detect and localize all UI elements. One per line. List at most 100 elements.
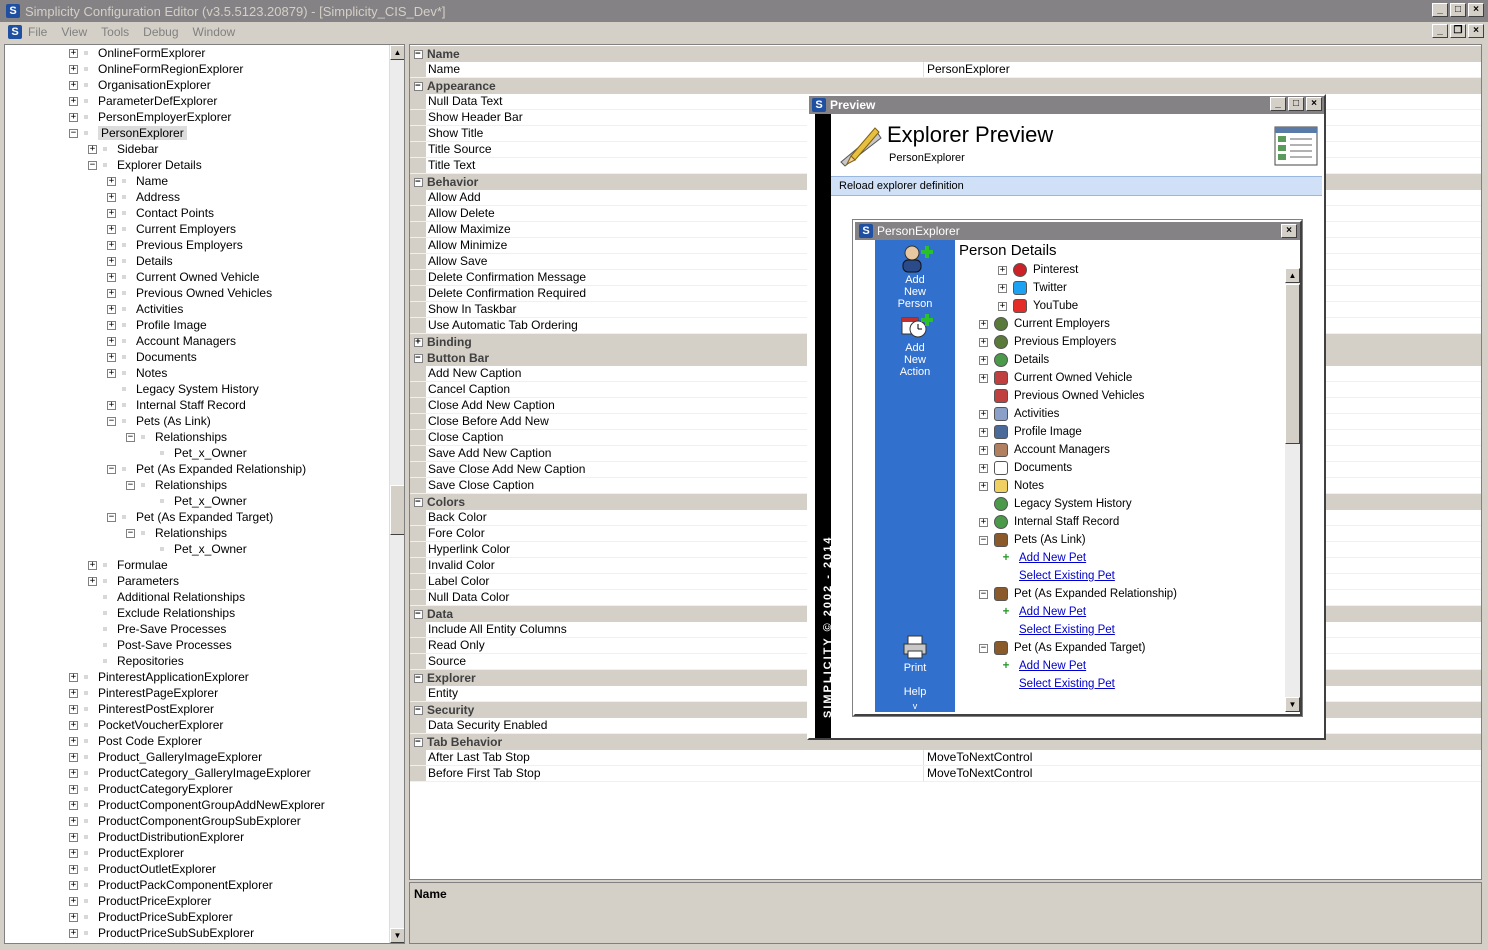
tree-node[interactable]: + Profile Image xyxy=(107,317,207,333)
expand-icon[interactable]: + xyxy=(69,704,78,714)
tree-node[interactable]: + OnlineFormExplorer xyxy=(69,45,205,61)
maximize-button[interactable]: □ xyxy=(1450,3,1466,17)
tree-node[interactable]: + ProductPriceSubSubExplorer xyxy=(69,925,254,941)
scroll-thumb[interactable] xyxy=(390,485,404,535)
tree-node[interactable]: Additional Relationships xyxy=(88,589,245,605)
collapse-icon[interactable]: − xyxy=(979,589,988,599)
category-toggle[interactable]: − xyxy=(410,350,426,366)
collapse-icon[interactable]: − xyxy=(413,177,423,187)
tree-node[interactable]: + Profile Image xyxy=(979,424,1082,440)
tree-node[interactable]: + PocketVoucherExplorer xyxy=(69,717,223,733)
tree-link[interactable]: Select Existing Pet xyxy=(1019,570,1115,582)
property-category[interactable]: − Name xyxy=(410,46,1481,62)
tree-node[interactable]: + Notes xyxy=(979,478,1044,494)
scroll-up-arrow[interactable]: ▲ xyxy=(390,45,404,60)
tree-link[interactable]: Add New Pet xyxy=(1019,552,1086,564)
collapse-icon[interactable]: − xyxy=(413,673,423,683)
expand-icon[interactable]: + xyxy=(69,768,78,778)
tree-link-row[interactable]: + Add New Pet xyxy=(999,604,1086,620)
tree-node[interactable]: + Documents xyxy=(979,460,1072,476)
tree-node[interactable]: + Activities xyxy=(979,406,1059,422)
tree-node[interactable]: Previous Owned Vehicles xyxy=(979,388,1144,404)
tree-node[interactable]: + Post Code Explorer xyxy=(69,733,202,749)
expand-icon[interactable]: + xyxy=(979,409,988,419)
tree-link-row[interactable]: Select Existing Pet xyxy=(1019,568,1115,584)
tree-node[interactable]: − Pet (As Expanded Relationship) xyxy=(979,586,1177,602)
expand-icon[interactable]: + xyxy=(69,720,78,730)
tree-node[interactable]: + ProductExplorer xyxy=(69,845,184,861)
expand-icon[interactable]: + xyxy=(413,337,423,347)
tree-node[interactable]: + Account Managers xyxy=(107,333,236,349)
tree-node[interactable]: + ProductCategoryExplorer xyxy=(69,781,233,797)
expand-icon[interactable]: + xyxy=(69,48,78,58)
person-explorer-title-bar[interactable]: S PersonExplorer × xyxy=(855,222,1300,240)
tree-node[interactable]: + OnlineFormRegionExplorer xyxy=(69,61,243,77)
collapse-icon[interactable]: − xyxy=(126,480,135,490)
scroll-up-arrow[interactable]: ▲ xyxy=(1285,268,1300,283)
property-value[interactable]: MoveToNextControl xyxy=(924,766,1481,781)
property-value[interactable]: MoveToNextControl xyxy=(924,750,1481,765)
expand-icon[interactable]: + xyxy=(107,304,116,314)
tree-node[interactable]: + ParameterDefExplorer xyxy=(69,93,217,109)
person-explorer-close-button[interactable]: × xyxy=(1281,224,1297,238)
menu-tools[interactable]: Tools xyxy=(101,25,129,39)
tree-node[interactable]: Pet_x_Owner xyxy=(145,445,247,461)
expand-icon[interactable]: + xyxy=(69,96,78,106)
tree-node[interactable]: + Internal Staff Record xyxy=(107,397,246,413)
property-value[interactable]: PersonExplorer xyxy=(924,62,1481,77)
tree-node[interactable]: + Previous Employers xyxy=(979,334,1116,350)
print-button[interactable]: Print xyxy=(875,634,955,674)
mdi-close-button[interactable]: × xyxy=(1468,24,1484,38)
expand-icon[interactable]: + xyxy=(69,64,78,74)
expand-icon[interactable]: + xyxy=(69,912,78,922)
collapse-icon[interactable]: − xyxy=(413,737,423,747)
preview-minimize-button[interactable]: _ xyxy=(1270,97,1286,111)
explorer-tree[interactable]: + OnlineFormExplorer + OnlineFormRegionExpl… xyxy=(4,44,405,944)
tree-node[interactable]: + PinterestPostExplorer xyxy=(69,701,214,717)
expand-icon[interactable]: + xyxy=(88,144,97,154)
tree-node[interactable]: − Relationships xyxy=(126,477,227,493)
tree-node[interactable]: + ProductCategory_GalleryImageExplorer xyxy=(69,765,311,781)
collapse-icon[interactable]: − xyxy=(979,643,988,653)
collapse-icon[interactable]: − xyxy=(413,705,423,715)
tree-node[interactable]: + Parameters xyxy=(88,573,179,589)
tree-node[interactable]: + ProductComponentGroupAddNewExplorer xyxy=(69,797,325,813)
tree-link-row[interactable]: Select Existing Pet xyxy=(1019,622,1115,638)
property-name[interactable]: Before First Tab Stop xyxy=(426,766,924,781)
tree-node[interactable]: + Current Owned Vehicle xyxy=(979,370,1132,386)
tree-node[interactable]: + Internal Staff Record xyxy=(979,514,1119,530)
tree-node[interactable]: + Notes xyxy=(107,365,167,381)
menu-debug[interactable]: Debug xyxy=(143,25,178,39)
expand-icon[interactable]: + xyxy=(69,880,78,890)
property-row[interactable]: Name PersonExplorer xyxy=(410,62,1481,78)
expand-icon[interactable]: + xyxy=(107,272,116,282)
tree-node[interactable]: + Twitter xyxy=(998,280,1067,296)
expand-icon[interactable]: + xyxy=(69,672,78,682)
expand-icon[interactable]: + xyxy=(979,517,988,527)
tree-node[interactable]: + Details xyxy=(107,253,173,269)
tree-node[interactable]: + Previous Owned Vehicles xyxy=(107,285,272,301)
tree-node[interactable]: + ProductOutletExplorer xyxy=(69,861,216,877)
preview-maximize-button[interactable]: □ xyxy=(1288,97,1304,111)
expand-icon[interactable]: + xyxy=(979,427,988,437)
expand-icon[interactable]: + xyxy=(979,319,988,329)
tree-node[interactable]: Post-Save Processes xyxy=(88,637,232,653)
category-toggle[interactable]: − xyxy=(410,734,426,750)
expand-icon[interactable]: + xyxy=(107,352,116,362)
tree-node[interactable]: + YouTube xyxy=(998,298,1078,314)
tree-link[interactable]: Select Existing Pet xyxy=(1019,624,1115,636)
expand-icon[interactable]: + xyxy=(998,265,1007,275)
tree-node[interactable]: + Pinterest xyxy=(998,262,1078,278)
scroll-thumb[interactable] xyxy=(1285,284,1300,444)
tree-node[interactable]: + ProductComponentGroupSubExplorer xyxy=(69,813,301,829)
expand-icon[interactable]: + xyxy=(69,864,78,874)
expand-icon[interactable]: + xyxy=(107,256,116,266)
collapse-icon[interactable]: − xyxy=(413,497,423,507)
collapse-icon[interactable]: − xyxy=(126,528,135,538)
expand-icon[interactable]: + xyxy=(107,336,116,346)
property-name[interactable]: Name xyxy=(426,62,924,77)
expand-icon[interactable]: + xyxy=(69,816,78,826)
expand-icon[interactable]: + xyxy=(69,752,78,762)
mdi-minimize-button[interactable]: _ xyxy=(1432,24,1448,38)
expand-icon[interactable]: + xyxy=(69,784,78,794)
